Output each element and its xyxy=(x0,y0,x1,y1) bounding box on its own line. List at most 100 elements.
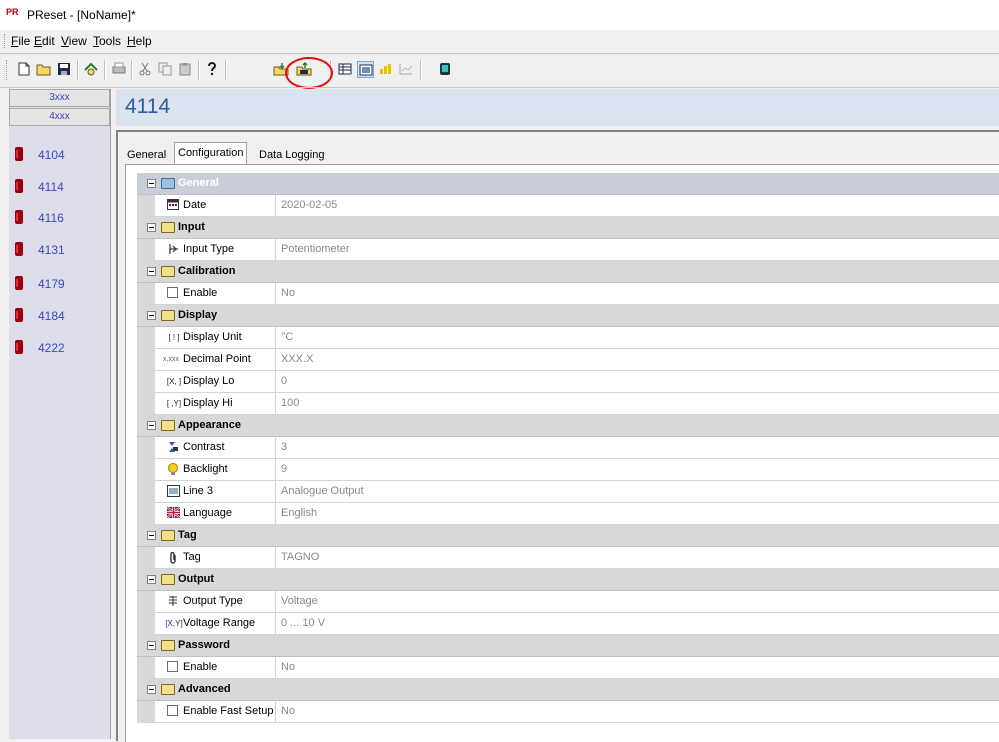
property-row-fast-setup[interactable]: Enable Fast Setup No xyxy=(137,701,999,723)
property-row-contrast[interactable]: Contrast 3 xyxy=(137,437,999,459)
graph-icon[interactable] xyxy=(398,61,414,77)
category-advanced[interactable]: Advanced xyxy=(137,679,999,701)
device-item-label: 4116 xyxy=(38,211,64,225)
property-value-decimal-point[interactable]: XXX.X xyxy=(281,353,313,365)
chart-icon[interactable] xyxy=(378,61,394,77)
property-row-line3[interactable]: Line 3 Analogue Output xyxy=(137,481,999,503)
category-appearance[interactable]: Appearance xyxy=(137,415,999,437)
property-value-contrast[interactable]: 3 xyxy=(281,441,287,453)
collapse-icon[interactable] xyxy=(147,641,156,650)
collapse-icon[interactable] xyxy=(147,531,156,540)
property-row-backlight[interactable]: Backlight 9 xyxy=(137,459,999,481)
collapse-icon[interactable] xyxy=(147,179,156,188)
property-row-tag[interactable]: Tag TAGNO xyxy=(137,547,999,569)
property-row-display-hi[interactable]: [ ,Y] Display Hi 100 xyxy=(137,393,999,415)
property-row-input-type[interactable]: Input Type Potentiometer xyxy=(137,239,999,261)
help-icon[interactable] xyxy=(204,61,220,77)
device-item-label: 4131 xyxy=(38,243,65,257)
property-value-line3[interactable]: Analogue Output xyxy=(281,485,364,497)
print-icon[interactable] xyxy=(111,61,127,77)
category-calibration[interactable]: Calibration xyxy=(137,261,999,283)
category-tag[interactable]: Tag xyxy=(137,525,999,547)
open-icon[interactable] xyxy=(36,61,52,77)
collapse-icon[interactable] xyxy=(147,575,156,584)
category-general[interactable]: General xyxy=(137,173,999,195)
property-value-tag[interactable]: TAGNO xyxy=(281,551,319,563)
row-gutter xyxy=(137,459,155,480)
property-value-date[interactable]: 2020-02-05 xyxy=(281,199,337,211)
property-label: Enable xyxy=(183,661,218,673)
wizard-icon[interactable] xyxy=(83,61,99,77)
collapse-icon[interactable] xyxy=(147,223,156,232)
new-icon[interactable] xyxy=(16,61,32,77)
property-value-voltage-range[interactable]: 0 ... 10 V xyxy=(281,617,325,629)
device-item-4131[interactable]: 4131 xyxy=(9,241,110,261)
category-label: Display xyxy=(178,309,218,321)
property-row-language[interactable]: Language English xyxy=(137,503,999,525)
property-row-decimal-point[interactable]: x,xxx Decimal Point XXX.X xyxy=(137,349,999,371)
page-title: 4114 xyxy=(125,95,171,118)
menu-tools[interactable]: Tools xyxy=(93,34,121,48)
property-value-calibration-enable[interactable]: No xyxy=(281,287,295,299)
paste-icon[interactable] xyxy=(177,61,193,77)
group-button-4xxx[interactable]: 4xxx xyxy=(9,108,110,126)
property-row-date[interactable]: Date 2020-02-05 xyxy=(137,195,999,217)
property-value-password-enable[interactable]: No xyxy=(281,661,295,673)
category-password[interactable]: Password xyxy=(137,635,999,657)
property-row-display-unit[interactable]: [ ! ] Display Unit °C xyxy=(137,327,999,349)
category-input[interactable]: Input xyxy=(137,217,999,239)
property-value-fast-setup[interactable]: No xyxy=(281,705,295,717)
property-row-display-lo[interactable]: [X, ] Display Lo 0 xyxy=(137,371,999,393)
property-name-cell: Backlight xyxy=(155,459,276,480)
checkbox-icon[interactable] xyxy=(167,287,178,298)
collapse-icon[interactable] xyxy=(147,311,156,320)
device-item-4179[interactable]: 4179 xyxy=(9,275,110,295)
collapse-icon[interactable] xyxy=(147,685,156,694)
property-name-cell: Enable Fast Setup xyxy=(155,701,276,722)
property-row-password-enable[interactable]: Enable No xyxy=(137,657,999,679)
tab-general[interactable]: General xyxy=(125,146,168,164)
checkbox-icon[interactable] xyxy=(167,705,178,716)
property-value-display-unit[interactable]: °C xyxy=(281,331,293,343)
category-display[interactable]: Display xyxy=(137,305,999,327)
device-icon[interactable] xyxy=(437,61,453,77)
group-button-3xxx[interactable]: 3xxx xyxy=(9,89,110,107)
device-item-4114[interactable]: 4114 xyxy=(9,178,110,198)
property-value-input-type[interactable]: Potentiometer xyxy=(281,243,349,255)
checkbox-icon[interactable] xyxy=(167,661,178,672)
device-item-4116[interactable]: 4116 xyxy=(9,209,110,229)
save-icon[interactable] xyxy=(56,61,72,77)
device-module-icon xyxy=(15,179,23,193)
content-frame: General Configuration Data Logging Gener… xyxy=(116,130,999,742)
table-view-icon[interactable] xyxy=(337,61,353,77)
menu-view[interactable]: View xyxy=(61,34,87,48)
property-row-voltage-range[interactable]: [X,Y] Voltage Range 0 ... 10 V xyxy=(137,613,999,635)
category-output[interactable]: Output xyxy=(137,569,999,591)
property-name-cell: Enable xyxy=(155,283,276,304)
property-value-output-type[interactable]: Voltage xyxy=(281,595,318,607)
form-view-icon[interactable] xyxy=(357,61,374,78)
collapse-icon[interactable] xyxy=(147,421,156,430)
toolbar-separator xyxy=(131,60,133,80)
device-module-icon xyxy=(15,210,23,224)
collapse-icon[interactable] xyxy=(147,267,156,276)
copy-icon[interactable] xyxy=(157,61,173,77)
title-bar: PR PReset - [NoName]* xyxy=(0,0,999,30)
menu-edit[interactable]: Edit xyxy=(34,34,55,48)
device-item-4222[interactable]: 4222 xyxy=(9,339,110,359)
property-value-backlight[interactable]: 9 xyxy=(281,463,287,475)
property-value-display-lo[interactable]: 0 xyxy=(281,375,287,387)
cut-icon[interactable] xyxy=(137,61,153,77)
property-value-language[interactable]: English xyxy=(281,507,317,519)
tab-data-logging[interactable]: Data Logging xyxy=(257,146,326,164)
decimal-point-icon: x,xxx xyxy=(163,356,179,363)
device-item-4184[interactable]: 4184 xyxy=(9,307,110,327)
menu-file[interactable]: File xyxy=(11,34,30,48)
property-value-display-hi[interactable]: 100 xyxy=(281,397,299,409)
menu-help[interactable]: Help xyxy=(127,34,152,48)
configuration-panel: General Date 2020-02-05 Input Input Type… xyxy=(125,164,999,742)
tab-configuration[interactable]: Configuration xyxy=(174,142,248,165)
device-item-4104[interactable]: 4104 xyxy=(9,146,110,166)
property-row-output-type[interactable]: Output Type Voltage xyxy=(137,591,999,613)
property-row-calibration-enable[interactable]: Enable No xyxy=(137,283,999,305)
